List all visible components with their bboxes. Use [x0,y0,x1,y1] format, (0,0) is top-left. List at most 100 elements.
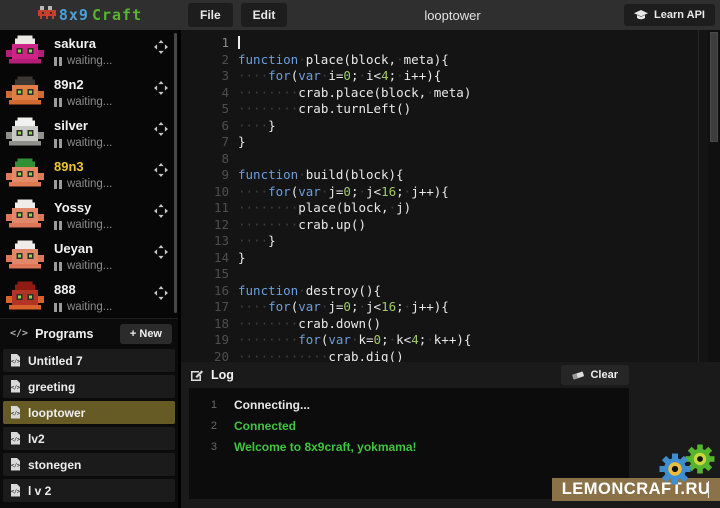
program-item[interactable]: </>greeting [3,375,175,398]
player-info: silverwaiting... [54,117,154,153]
log-entry-text: Welcome to 8x9craft, yokmama! [234,437,417,458]
player-status-label: waiting... [67,260,112,272]
code-line[interactable]: 16function·destroy(){ [181,283,720,300]
player-row[interactable]: silverwaiting... [0,112,178,153]
pause-icon [54,303,62,312]
app-logo: 8x9 Craft [0,6,180,24]
player-row[interactable]: 89n3waiting... [0,153,178,194]
code-line[interactable]: 19········for(var·k=0;·k<4;·k++){ [181,332,720,349]
pause-icon [54,180,62,189]
menubar: 8x9 Craft looptower File Edit Learn API [0,0,720,30]
pause-icon [54,262,62,271]
program-item[interactable]: </>stonegen [3,453,175,476]
player-list-scrollbar[interactable] [174,33,177,313]
code-line[interactable]: 4········crab.place(block,·meta) [181,85,720,102]
pause-icon [54,221,62,230]
code-line[interactable]: 18········crab.down() [181,316,720,333]
move-icon[interactable] [154,245,168,276]
player-row[interactable]: Yossywaiting... [0,194,178,235]
log-entry-text: Connecting... [234,395,310,416]
program-item[interactable]: </>looptower [3,401,175,424]
code-line[interactable]: 15 [181,266,720,283]
code-line[interactable]: 8 [181,151,720,168]
editor-scrollbar[interactable] [708,30,720,362]
line-number: 11 [181,200,238,217]
player-row[interactable]: 89n2waiting... [0,71,178,112]
player-name: 89n3 [54,160,154,174]
gears-icon [654,440,718,495]
move-icon[interactable] [154,40,168,71]
program-file-icon: </> [10,432,21,445]
code-line[interactable]: 11········place(block,·j) [181,200,720,217]
edit-menu-button[interactable]: Edit [241,3,288,27]
move-icon[interactable] [154,81,168,112]
log-entry-number: 1 [189,395,217,416]
player-name: Ueyan [54,242,154,256]
programs-title: Programs [35,327,93,341]
move-icon[interactable] [154,286,168,317]
code-text: ········place(block,·j) [238,200,411,217]
player-list: sakurawaiting... 89n2waiting... silverwa… [0,30,178,318]
code-line[interactable]: 12········crab.up() [181,217,720,234]
program-file-icon: </> [10,380,21,393]
player-row[interactable]: sakurawaiting... [0,30,178,71]
line-number: 10 [181,184,238,201]
code-line[interactable]: 17····for(var·j=0;·j<16;·j++){ [181,299,720,316]
sidebar: sakurawaiting... 89n2waiting... silverwa… [0,30,178,508]
program-file-icon: </> [10,406,21,419]
learn-api-button[interactable]: Learn API [624,4,715,26]
program-file-icon: </> [10,484,21,497]
player-info: 888waiting... [54,281,154,317]
player-row[interactable]: Ueyan waiting... [0,235,178,276]
program-item[interactable]: </>lv2 [3,427,175,450]
code-lines: 12function·place(block,·meta){3····for(v… [181,30,720,362]
player-status-label: waiting... [67,137,112,149]
code-line[interactable]: 20············crab.dig() [181,349,720,363]
code-text: ····for(var·j=0;·j<16;·j++){ [238,184,449,201]
player-name: 888 [54,283,154,297]
program-file-icon: </> [10,354,21,367]
program-item[interactable]: </>l v 2 [3,479,175,502]
log-entry-text: Connected [234,416,296,437]
player-name: sakura [54,37,154,51]
editor-scrollbar-thumb[interactable] [710,32,718,142]
code-text: } [238,250,246,267]
move-icon[interactable] [154,204,168,235]
move-icon[interactable] [154,122,168,153]
file-menu-button[interactable]: File [188,3,233,27]
code-text: ····} [238,118,276,135]
player-row[interactable]: 888waiting... [0,276,178,317]
code-line[interactable]: 13····} [181,233,720,250]
eraser-icon [572,370,584,380]
move-icon[interactable] [154,163,168,194]
clear-log-button[interactable]: Clear [561,365,629,385]
code-text: ····} [238,233,276,250]
code-line[interactable]: 2function·place(block,·meta){ [181,52,720,69]
program-label: stonegen [28,458,81,472]
code-line[interactable]: 7} [181,134,720,151]
log-entry: 2Connected [189,416,629,437]
code-line[interactable]: 14} [181,250,720,267]
line-number: 16 [181,283,238,300]
player-info: 89n2waiting... [54,76,154,112]
program-item[interactable]: </>Untitled 7 [3,349,175,372]
gear-icon-blue [660,454,691,485]
code-line[interactable]: 9function·build(block){ [181,167,720,184]
code-line[interactable]: 1 [181,35,720,52]
code-line[interactable]: 10····for(var·j=0;·j<16;·j++){ [181,184,720,201]
code-text [238,35,240,52]
code-editor[interactable]: 12function·place(block,·meta){3····for(v… [181,30,720,362]
logo-text-8x9: 8x9 [59,6,89,24]
code-line[interactable]: 5········crab.turnLeft() [181,101,720,118]
code-text: ········crab.place(block,·meta) [238,85,471,102]
new-program-button[interactable]: + New [120,324,172,344]
code-text: ········crab.turnLeft() [238,101,411,118]
logo-text-craft: Craft [92,6,142,24]
code-line[interactable]: 6····} [181,118,720,135]
line-number: 6 [181,118,238,135]
log-entry: 1 Connecting... [189,395,629,416]
programs-panel: </> Programs + New </>Untitled 7 </>gree… [0,318,178,508]
player-status-label: waiting... [67,219,112,231]
svg-text:</>: </> [11,359,20,365]
code-line[interactable]: 3····for(var·i=0;·i<4;·i++){ [181,68,720,85]
